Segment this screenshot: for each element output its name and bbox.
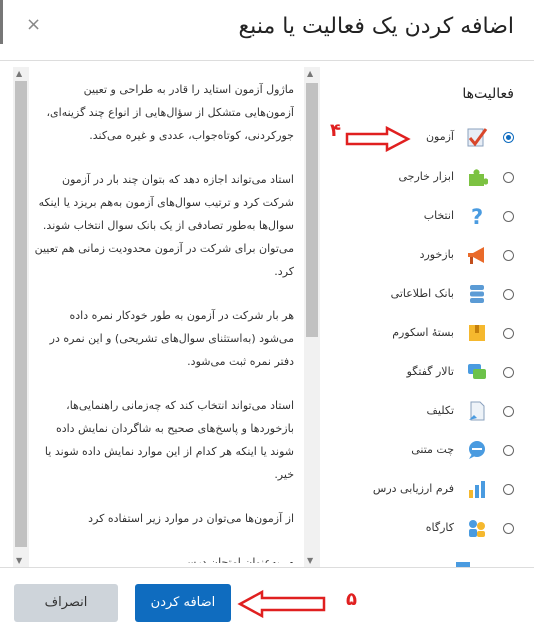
- activity-label: چت متنی: [411, 443, 454, 456]
- add-button[interactable]: اضافه کردن: [135, 584, 231, 622]
- megaphone-icon: [468, 247, 484, 264]
- radio-button[interactable]: [503, 484, 514, 495]
- radio-button[interactable]: [503, 289, 514, 300]
- activity-label: بانک اطلاعاتی: [390, 287, 454, 300]
- activity-label: ابزار خارجی: [398, 170, 454, 183]
- activity-option-assignment[interactable]: تکلیف: [324, 394, 534, 430]
- cancel-button-label: انصراف: [44, 595, 88, 610]
- scroll-down-icon[interactable]: ▼: [16, 556, 22, 565]
- radio-button[interactable]: [503, 250, 514, 261]
- radio-button[interactable]: [503, 211, 514, 222]
- activity-option-choice[interactable]: ? انتخاب: [324, 199, 534, 235]
- activity-label: تالار گفتگو: [406, 365, 454, 378]
- radio-button[interactable]: [503, 367, 514, 378]
- quiz-check-icon: [467, 128, 488, 147]
- dialog-title: اضافه کردن یک فعالیت یا منبع: [238, 14, 514, 39]
- radio-button[interactable]: [503, 523, 514, 534]
- activity-option-forum[interactable]: تالار گفتگو: [324, 355, 534, 391]
- radio-button[interactable]: [503, 445, 514, 456]
- description-paragraph: ماژول آزمون استاید را قادر به طراحی و تع…: [46, 83, 295, 142]
- assignment-icon: [469, 401, 485, 421]
- add-button-label: اضافه کردن: [150, 595, 216, 610]
- footer-divider: [0, 567, 534, 568]
- activities-scrollbar[interactable]: ▲ ▼: [304, 67, 320, 567]
- svg-text:?: ?: [471, 205, 483, 227]
- window-edge: [0, 0, 3, 44]
- cancel-button[interactable]: انصراف: [14, 584, 118, 622]
- activity-option-feedback[interactable]: بازخورد: [324, 238, 534, 274]
- arrow-pointer-icon: [237, 589, 326, 619]
- activity-label: تکلیف: [426, 404, 454, 417]
- survey-chart-icon: [469, 481, 485, 498]
- workshop-people-icon: [469, 520, 485, 537]
- forum-icon: [468, 364, 486, 379]
- description-scrollbar[interactable]: ▲ ▼: [13, 67, 29, 567]
- activity-description: ماژول آزمون استاید را قادر به طراحی و تع…: [32, 78, 294, 563]
- activity-option-survey[interactable]: فرم ارزیابی درس: [324, 472, 534, 508]
- radio-selected[interactable]: [503, 132, 514, 143]
- step-number-quiz: ۴: [330, 120, 341, 141]
- description-paragraph: استاد می‌تواند انتخاب کند که چه‌زمانی را…: [44, 399, 294, 481]
- activity-option-external-tool[interactable]: ابزار خارجی: [324, 160, 534, 196]
- activities-scroll-thumb[interactable]: [306, 83, 318, 337]
- close-icon[interactable]: ×: [26, 14, 41, 35]
- header-divider: [0, 60, 534, 61]
- scroll-up-icon[interactable]: ▲: [16, 69, 22, 78]
- puzzle-icon: [469, 169, 488, 186]
- description-paragraph: از آزمون‌ها می‌توان در موارد زیر استفاده…: [88, 512, 294, 525]
- activity-option-scorm[interactable]: بستهٔ اسکورم: [324, 316, 534, 352]
- activity-label: آزمون: [425, 130, 454, 143]
- activity-option-workshop[interactable]: کارگاه: [324, 511, 534, 547]
- radio-button[interactable]: [503, 172, 514, 183]
- activity-option-database[interactable]: بانک اطلاعاتی: [324, 277, 534, 313]
- scroll-up-icon[interactable]: ▲: [307, 69, 313, 78]
- activity-label: بستهٔ اسکورم: [392, 326, 454, 339]
- step-number-add: ۵: [346, 589, 357, 610]
- description-bullet: به‌عنوان امتحان درسی: [32, 551, 280, 563]
- radio-button[interactable]: [503, 328, 514, 339]
- arrow-pointer-icon: [345, 126, 411, 152]
- activity-label: کارگاه: [425, 521, 454, 534]
- database-icon: [470, 285, 484, 303]
- category-heading: فعالیت‌ها: [462, 86, 514, 102]
- question-mark-icon: ?: [471, 205, 483, 227]
- package-icon: [469, 325, 485, 341]
- activity-label: انتخاب: [423, 209, 454, 222]
- activity-label: فرم ارزیابی درس: [372, 482, 454, 495]
- chat-icon: [469, 441, 485, 459]
- description-paragraph: هر بار شرکت در آزمون به طور خودکار نمره …: [49, 309, 294, 368]
- description-scroll-thumb[interactable]: [15, 81, 27, 547]
- scroll-down-icon[interactable]: ▼: [307, 556, 313, 565]
- radio-button[interactable]: [503, 406, 514, 417]
- description-paragraph: استاد می‌تواند اجازه دهد که بتوان چند با…: [34, 173, 294, 278]
- activity-option-chat[interactable]: چت متنی: [324, 433, 534, 469]
- activity-label: بازخورد: [419, 248, 454, 261]
